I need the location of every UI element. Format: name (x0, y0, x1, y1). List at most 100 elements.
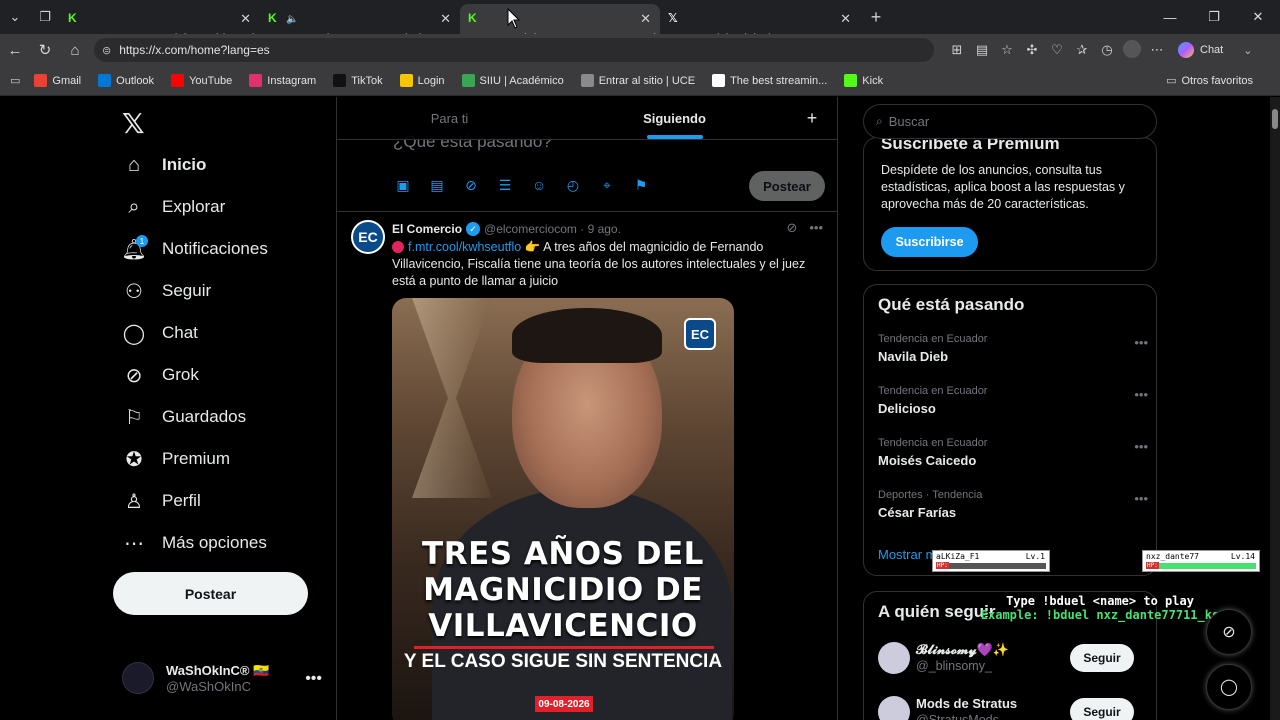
nav-label: Chat (162, 323, 198, 342)
bookmark-item[interactable]: Login (399, 74, 445, 87)
bookmarks-toggle-icon[interactable]: ▭ (10, 74, 20, 87)
avatar[interactable] (878, 642, 910, 674)
mouse-cursor-icon (507, 8, 521, 29)
bookmark-item[interactable]: Kick (844, 74, 883, 87)
schedule-icon[interactable]: ◴ (563, 177, 583, 194)
bookmark-item[interactable]: TikTok (333, 74, 383, 87)
page-scrollbar[interactable] (1270, 97, 1280, 720)
tab-siguiendo[interactable]: Siguiendo (562, 97, 787, 139)
favorite-star-icon[interactable]: ☆ (996, 42, 1018, 58)
post-button[interactable]: Postear (113, 572, 308, 615)
nav-item-notificaciones[interactable]: 🔔︎ 1 Notificaciones (121, 233, 268, 265)
tab-actions-menu-icon[interactable]: ⌄ (0, 0, 30, 34)
gif-icon[interactable]: ▤ (427, 177, 447, 194)
nav-item-explorar[interactable]: ⌕ Explorar (122, 191, 225, 223)
grok-explain-icon[interactable]: ⊘ (786, 220, 797, 236)
browser-tab[interactable]: 𝕏(1) Inicio / X✕ (660, 4, 860, 34)
emoji-icon[interactable]: ☺ (529, 177, 549, 194)
copilot-chat-button[interactable]: Chat ⌄ (1178, 42, 1252, 58)
bookmark-item[interactable]: Entrar al sitio | UCE (580, 74, 695, 87)
extensions-icon[interactable]: ✣ (1021, 42, 1043, 58)
tweet-handle[interactable]: @elcomerciocom (484, 222, 577, 236)
reader-icon[interactable]: ▤ (971, 42, 993, 58)
workspaces-icon[interactable]: ❐ (30, 0, 60, 34)
messages-float-icon[interactable]: ◯ (1206, 664, 1252, 710)
history-icon[interactable]: ◷ (1096, 42, 1118, 58)
grok-icon[interactable]: ⊘ (461, 177, 481, 194)
refresh-icon[interactable]: ↻ (30, 41, 60, 59)
favorites-icon[interactable]: ✰ (1071, 42, 1093, 58)
location-icon[interactable]: ⌖ (597, 177, 617, 194)
other-bookmarks[interactable]: ▭ Otros favoritos (1166, 74, 1253, 88)
close-tab-icon[interactable]: ✕ (240, 11, 251, 27)
apps-icon[interactable]: ⊞ (946, 42, 968, 58)
bookmark-item[interactable]: SIIU | Académico (461, 74, 564, 87)
trend-item[interactable]: Deportes · Tendencia César Farías ••• (878, 489, 1148, 520)
home-browser-icon[interactable]: ⌂ (60, 42, 90, 59)
search-input[interactable]: ⌕ Buscar (863, 104, 1157, 139)
bookmark-item[interactable]: Instagram (249, 74, 316, 87)
tweet-link[interactable]: f.mtr.cool/kwhseutflo (408, 240, 521, 254)
close-window-icon[interactable]: ✕ (1236, 0, 1280, 34)
more-icon[interactable]: ••• (1134, 387, 1148, 402)
back-icon[interactable]: ← (0, 42, 30, 59)
more-icon[interactable]: ••• (305, 670, 322, 688)
x-logo-icon[interactable]: 𝕏 (122, 107, 145, 140)
minimize-icon[interactable]: — (1148, 0, 1192, 34)
nav-item-seguir[interactable]: ⚇ Seguir (122, 275, 211, 307)
browser-tab[interactable]: KDiab EMT Stream - Watch Live on✕ (460, 4, 660, 34)
more-icon[interactable]: ••• (1134, 491, 1148, 506)
more-icon[interactable]: ••• (1134, 335, 1148, 350)
trend-item[interactable]: Tendencia en Ecuador Navila Dieb ••• (878, 333, 1148, 364)
tweet-image[interactable]: EC TRES AÑOS DEL MAGNICIDIO DE VILLAVICE… (392, 298, 734, 720)
chevron-down-icon[interactable]: ⌄ (1243, 44, 1252, 57)
bookmark-item[interactable]: The best streamin... (712, 74, 827, 87)
follow-button[interactable]: Seguir (1070, 698, 1134, 720)
add-feed-icon[interactable]: + (787, 97, 837, 139)
bookmark-label: Outlook (116, 74, 155, 87)
close-tab-icon[interactable]: ✕ (640, 11, 651, 27)
browser-essentials-icon[interactable]: ♡ (1046, 42, 1068, 58)
poll-icon[interactable]: ☰ (495, 177, 515, 194)
nav-item-grok[interactable]: ⊘ Grok (122, 359, 199, 391)
speaker-icon[interactable]: 🔈 (286, 14, 298, 25)
trend-item[interactable]: Tendencia en Ecuador Delicioso ••• (878, 385, 1148, 416)
browser-tab[interactable]: KStream - Kick Dashboard✕ (60, 4, 260, 34)
flag-icon[interactable]: ⚑ (631, 177, 651, 194)
close-tab-icon[interactable]: ✕ (840, 11, 851, 27)
more-icon[interactable]: ••• (1134, 439, 1148, 454)
follow-suggestion[interactable]: Mods de Stratus @StratusMods Seguir (878, 696, 1148, 720)
nav-item-premium[interactable]: ✪ Premium (122, 443, 230, 475)
more-icon[interactable]: ••• (809, 220, 823, 236)
media-icon[interactable]: ▣ (393, 177, 413, 194)
tweet[interactable]: EC El Comercio ✓ @elcomerciocom · 9 ago.… (337, 212, 837, 720)
more-tools-icon[interactable]: ⋯ (1146, 42, 1168, 58)
tab-para-ti[interactable]: Para ti (337, 97, 562, 139)
grok-float-icon[interactable]: ⊘ (1206, 609, 1252, 655)
site-info-icon[interactable]: ⊜ (102, 44, 111, 57)
trend-item[interactable]: Tendencia en Ecuador Moisés Caicedo ••• (878, 437, 1148, 468)
nav-item-más-opciones[interactable]: ⋯ Más opciones (122, 527, 267, 559)
tweet-avatar[interactable]: EC (351, 220, 385, 254)
avatar[interactable] (878, 696, 910, 720)
follow-button[interactable]: Seguir (1070, 644, 1134, 672)
nav-item-chat[interactable]: ◯ Chat (122, 317, 198, 349)
nav-item-perfil[interactable]: ♙ Perfil (122, 485, 201, 517)
nav-item-guardados[interactable]: ⚐ Guardados (122, 401, 246, 433)
new-tab-button[interactable]: + (860, 7, 892, 28)
follow-suggestion[interactable]: 𝓑𝓵𝓲𝓷𝓼𝓸𝓶𝔂💜✨ @_blinsomy_ Seguir (878, 642, 1148, 682)
composer-post-button[interactable]: Postear (749, 171, 825, 201)
tweet-author[interactable]: El Comercio (392, 222, 462, 236)
bookmark-item[interactable]: Gmail (34, 74, 81, 87)
bookmark-item[interactable]: Outlook (98, 74, 154, 87)
close-tab-icon[interactable]: ✕ (440, 11, 451, 27)
address-bar[interactable]: ⊜ https://x.com/home?lang=es (94, 38, 934, 62)
nav-item-inicio[interactable]: ⌂ Inicio (122, 149, 206, 181)
tweet-time[interactable]: 9 ago. (588, 222, 621, 236)
maximize-icon[interactable]: ❐ (1192, 0, 1236, 34)
account-switcher[interactable]: WaShOkInC® 🇪🇨 @WaShOkInC ••• (122, 662, 322, 694)
profile-icon[interactable] (1121, 39, 1143, 61)
browser-tab[interactable]: K🔈WiseGuy - Watch the VOD on✕ (260, 4, 460, 34)
bookmark-item[interactable]: YouTube (171, 74, 232, 87)
subscribe-button[interactable]: Suscribirse (881, 227, 978, 257)
